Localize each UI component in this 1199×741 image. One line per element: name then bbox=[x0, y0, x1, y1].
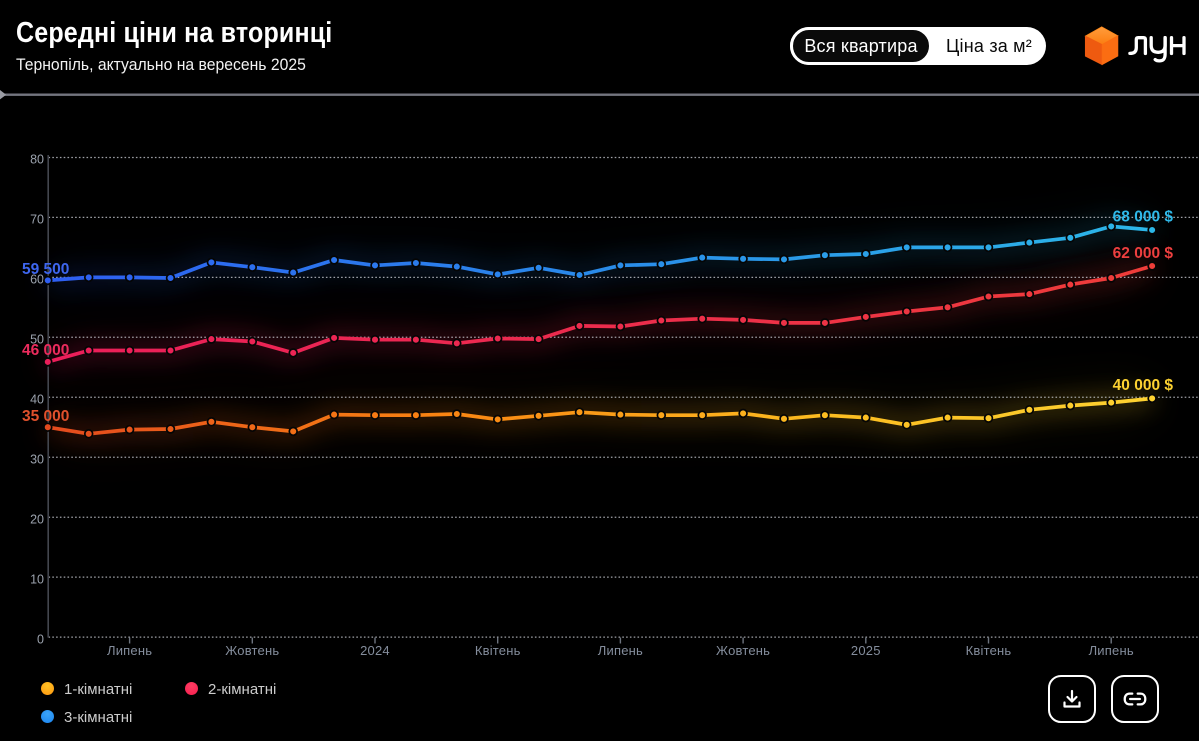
svg-text:20: 20 bbox=[30, 513, 44, 527]
svg-text:Жовтень: Жовтень bbox=[225, 643, 279, 658]
svg-text:62 000 $: 62 000 $ bbox=[1113, 245, 1174, 262]
svg-text:70: 70 bbox=[30, 213, 44, 227]
svg-text:35 000: 35 000 bbox=[22, 408, 69, 425]
svg-text:59 500: 59 500 bbox=[22, 261, 69, 278]
svg-text:68 000 $: 68 000 $ bbox=[1113, 209, 1174, 226]
svg-text:40: 40 bbox=[30, 393, 44, 407]
svg-text:30: 30 bbox=[30, 453, 44, 467]
svg-text:Липень: Липень bbox=[1089, 643, 1134, 658]
svg-text:2024: 2024 bbox=[360, 643, 390, 658]
svg-text:Липень: Липень bbox=[107, 643, 152, 658]
svg-text:10: 10 bbox=[30, 573, 44, 587]
svg-text:40 000 $: 40 000 $ bbox=[1113, 377, 1174, 394]
svg-text:0: 0 bbox=[37, 633, 44, 647]
svg-text:Квітень: Квітень bbox=[475, 643, 521, 658]
svg-text:80: 80 bbox=[30, 153, 44, 167]
svg-text:Липень: Липень bbox=[598, 643, 643, 658]
svg-text:Жовтень: Жовтень bbox=[716, 643, 770, 658]
svg-text:2025: 2025 bbox=[851, 643, 881, 658]
svg-text:Квітень: Квітень bbox=[966, 643, 1012, 658]
svg-text:46 000: 46 000 bbox=[22, 342, 69, 359]
